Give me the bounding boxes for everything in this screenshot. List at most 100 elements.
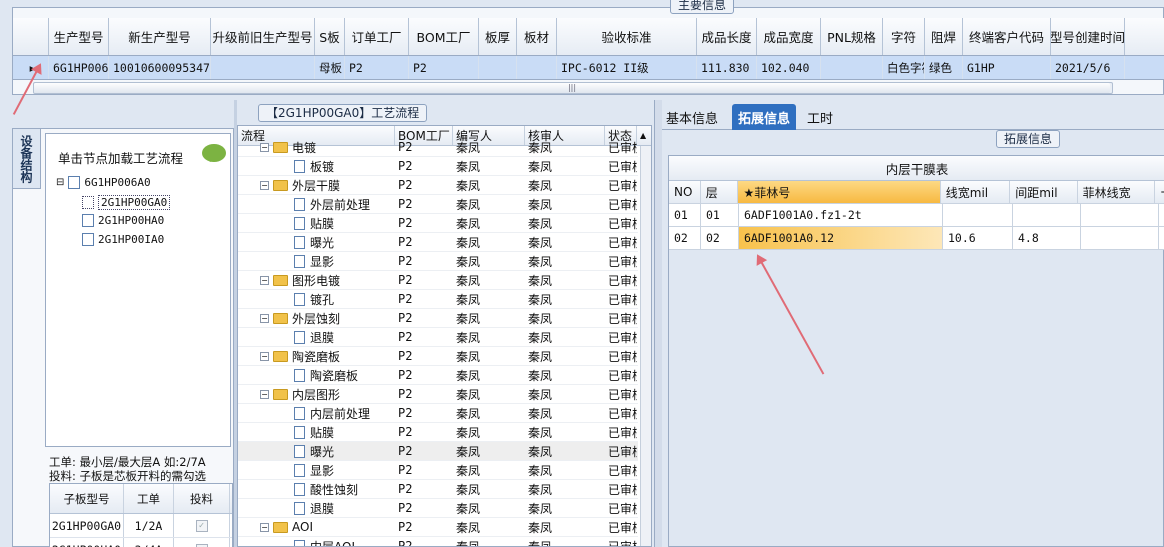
sub-table-row[interactable]: 2G1HP00GA0 1/2A ✓ xyxy=(50,514,232,538)
process-row[interactable]: − 电镀 P2 秦凤 秦凤 已审核 xyxy=(238,138,638,157)
collapse-icon[interactable]: − xyxy=(260,522,269,532)
process-row[interactable]: − 外层干膜 P2 秦凤 秦凤 已审核 xyxy=(238,176,638,195)
ext-cell[interactable] xyxy=(1081,204,1159,226)
process-name-cell[interactable]: 曝光 xyxy=(238,442,395,460)
process-name-cell[interactable]: 镀孔 xyxy=(238,290,395,308)
process-row[interactable]: − 外层蚀刻 P2 秦凤 秦凤 已审核 xyxy=(238,309,638,328)
grid-corner[interactable] xyxy=(13,18,49,55)
process-name-cell[interactable]: − 图形电镀 xyxy=(238,271,395,289)
ext-col-header[interactable]: 层 xyxy=(700,181,739,203)
ext-cell[interactable]: 02 xyxy=(669,227,701,249)
process-name-cell[interactable]: 显影 xyxy=(238,252,395,270)
process-name-cell[interactable]: 退膜 xyxy=(238,499,395,517)
main-info-hscrollbar[interactable]: ||| xyxy=(33,82,1113,94)
process-name-cell[interactable]: 退膜 xyxy=(238,328,395,346)
process-row[interactable]: 贴膜 P2 秦凤 秦凤 已审核 xyxy=(238,214,638,233)
process-row[interactable]: − AOI P2 秦凤 秦凤 已审核 xyxy=(238,518,638,537)
ext-cell[interactable]: 02 xyxy=(701,227,739,249)
hscroll-thumb[interactable]: ||| xyxy=(34,83,1110,93)
tree-node[interactable]: 2G1HP00HA0 xyxy=(82,214,164,227)
process-name-cell[interactable]: 内层AOI xyxy=(238,537,395,546)
main-info-cell[interactable]: 绿色 xyxy=(925,56,963,79)
main-info-cell[interactable]: 10010600095347 xyxy=(109,56,211,79)
tree-node[interactable]: ⊟ 6G1HP006A0 xyxy=(56,176,151,189)
process-row[interactable]: − 图形电镀 P2 秦凤 秦凤 已审核 xyxy=(238,271,638,290)
sub-col-header[interactable]: 工单 xyxy=(124,484,174,513)
ext-cell[interactable]: 6ADF1001A0.12 xyxy=(739,227,943,249)
process-row[interactable]: 退膜 P2 秦凤 秦凤 已审核 xyxy=(238,499,638,518)
main-info-col-header[interactable]: 生产型号 xyxy=(49,18,109,55)
main-info-cell[interactable]: G1HP xyxy=(963,56,1051,79)
sub-cell[interactable]: ✓ xyxy=(174,538,230,547)
feed-checkbox[interactable]: ✓ xyxy=(195,543,208,547)
main-info-cell[interactable]: 2021/5/6 xyxy=(1051,56,1125,79)
main-info-col-header[interactable]: 成品宽度 xyxy=(757,18,821,55)
ext-col-header[interactable]: ★菲林号 xyxy=(738,181,941,203)
tab-basic-info[interactable]: 基本信息 xyxy=(662,104,722,130)
tree-node[interactable]: 2G1HP00IA0 xyxy=(82,233,164,246)
process-name-cell[interactable]: − 外层干膜 xyxy=(238,176,395,194)
process-name-cell[interactable]: 显影 xyxy=(238,461,395,479)
main-info-cell[interactable]: 白色字符 xyxy=(883,56,925,79)
ext-row[interactable]: 01 01 6ADF1001A0.fz1-2t xyxy=(669,204,1164,227)
main-info-row[interactable]: ▸6G1HP006A010010600095347母板P2P2IPC-6012 … xyxy=(13,56,1164,80)
process-row[interactable]: 退膜 P2 秦凤 秦凤 已审核 xyxy=(238,328,638,347)
expand-icon[interactable]: ⊟ xyxy=(56,177,64,188)
process-name-cell[interactable]: − 陶瓷磨板 xyxy=(238,347,395,365)
process-name-cell[interactable]: − 外层蚀刻 xyxy=(238,309,395,327)
left-splitter[interactable] xyxy=(234,100,237,547)
main-info-cell[interactable]: P2 xyxy=(409,56,479,79)
sub-col-header[interactable]: 投料 xyxy=(174,484,230,513)
process-row[interactable]: − 陶瓷磨板 P2 秦凤 秦凤 已审核 xyxy=(238,347,638,366)
process-row[interactable]: 酸性蚀刻 P2 秦凤 秦凤 已审核 xyxy=(238,480,638,499)
process-name-cell[interactable]: 陶瓷磨板 xyxy=(238,366,395,384)
main-info-cell[interactable]: 6G1HP006A0 xyxy=(49,56,109,79)
collapse-icon[interactable]: − xyxy=(260,275,269,285)
main-info-col-header[interactable]: 板材 xyxy=(517,18,557,55)
process-name-cell[interactable]: 贴膜 xyxy=(238,214,395,232)
tab-extended-info[interactable]: 拓展信息 xyxy=(732,104,796,130)
main-info-col-header[interactable]: 订单工厂 xyxy=(345,18,409,55)
process-vscrollbar[interactable] xyxy=(640,146,651,546)
ext-cell[interactable] xyxy=(1081,227,1159,249)
main-info-cell[interactable]: IPC-6012 II级 xyxy=(557,56,697,79)
process-row[interactable]: 内层AOI P2 秦凤 秦凤 已审核 xyxy=(238,537,638,546)
main-info-col-header[interactable]: S板 xyxy=(315,18,345,55)
process-name-cell[interactable]: 酸性蚀刻 xyxy=(238,480,395,498)
ext-row[interactable]: 02 02 6ADF1001A0.12 10.6 4.8 xyxy=(669,227,1164,250)
ext-col-header[interactable]: NO xyxy=(669,181,701,203)
main-info-col-header[interactable]: 板厚 xyxy=(479,18,517,55)
main-info-col-header[interactable]: BOM工厂 xyxy=(409,18,479,55)
ext-cell[interactable]: 01 xyxy=(669,204,701,226)
ext-cell[interactable] xyxy=(1013,204,1081,226)
main-info-col-header[interactable]: PNL规格 xyxy=(821,18,883,55)
main-info-cell[interactable] xyxy=(821,56,883,79)
process-row[interactable]: 板镀 P2 秦凤 秦凤 已审核 xyxy=(238,157,638,176)
process-name-cell[interactable]: − 电镀 xyxy=(238,138,395,156)
process-name-cell[interactable]: 内层前处理 xyxy=(238,404,395,422)
right-splitter[interactable] xyxy=(654,100,662,547)
sub-cell[interactable]: ✓ xyxy=(174,514,230,537)
main-info-cell[interactable]: 母板 xyxy=(315,56,345,79)
process-row[interactable]: 外层前处理 P2 秦凤 秦凤 已审核 xyxy=(238,195,638,214)
process-name-cell[interactable]: 外层前处理 xyxy=(238,195,395,213)
ext-col-header[interactable]: 菲林线宽 xyxy=(1077,181,1156,203)
process-row[interactable]: 陶瓷磨板 P2 秦凤 秦凤 已审核 xyxy=(238,366,638,385)
ext-col-header[interactable]: 线宽mil xyxy=(940,181,1011,203)
sub-col-header[interactable]: 子板型号 xyxy=(50,484,124,513)
main-info-col-header[interactable]: 终端客户代码 xyxy=(963,18,1051,55)
ext-col-header[interactable]: + xyxy=(1155,181,1164,203)
process-row[interactable]: 曝光 P2 秦凤 秦凤 已审核 xyxy=(238,442,638,461)
main-info-col-header[interactable]: 成品长度 xyxy=(697,18,757,55)
process-row[interactable]: 显影 P2 秦凤 秦凤 已审核 xyxy=(238,252,638,271)
tree-node[interactable]: 2G1HP00GA0 xyxy=(82,195,171,210)
main-info-col-header[interactable]: 验收标准 xyxy=(557,18,697,55)
collapse-icon[interactable]: − xyxy=(260,142,269,152)
process-name-cell[interactable]: − 内层图形 xyxy=(238,385,395,403)
ext-cell[interactable] xyxy=(943,204,1013,226)
main-info-col-header[interactable]: 字符 xyxy=(883,18,925,55)
process-name-cell[interactable]: 曝光 xyxy=(238,233,395,251)
process-name-cell[interactable]: − AOI xyxy=(238,518,395,536)
process-row[interactable]: 镀孔 P2 秦凤 秦凤 已审核 xyxy=(238,290,638,309)
main-info-cell[interactable]: P2 xyxy=(345,56,409,79)
